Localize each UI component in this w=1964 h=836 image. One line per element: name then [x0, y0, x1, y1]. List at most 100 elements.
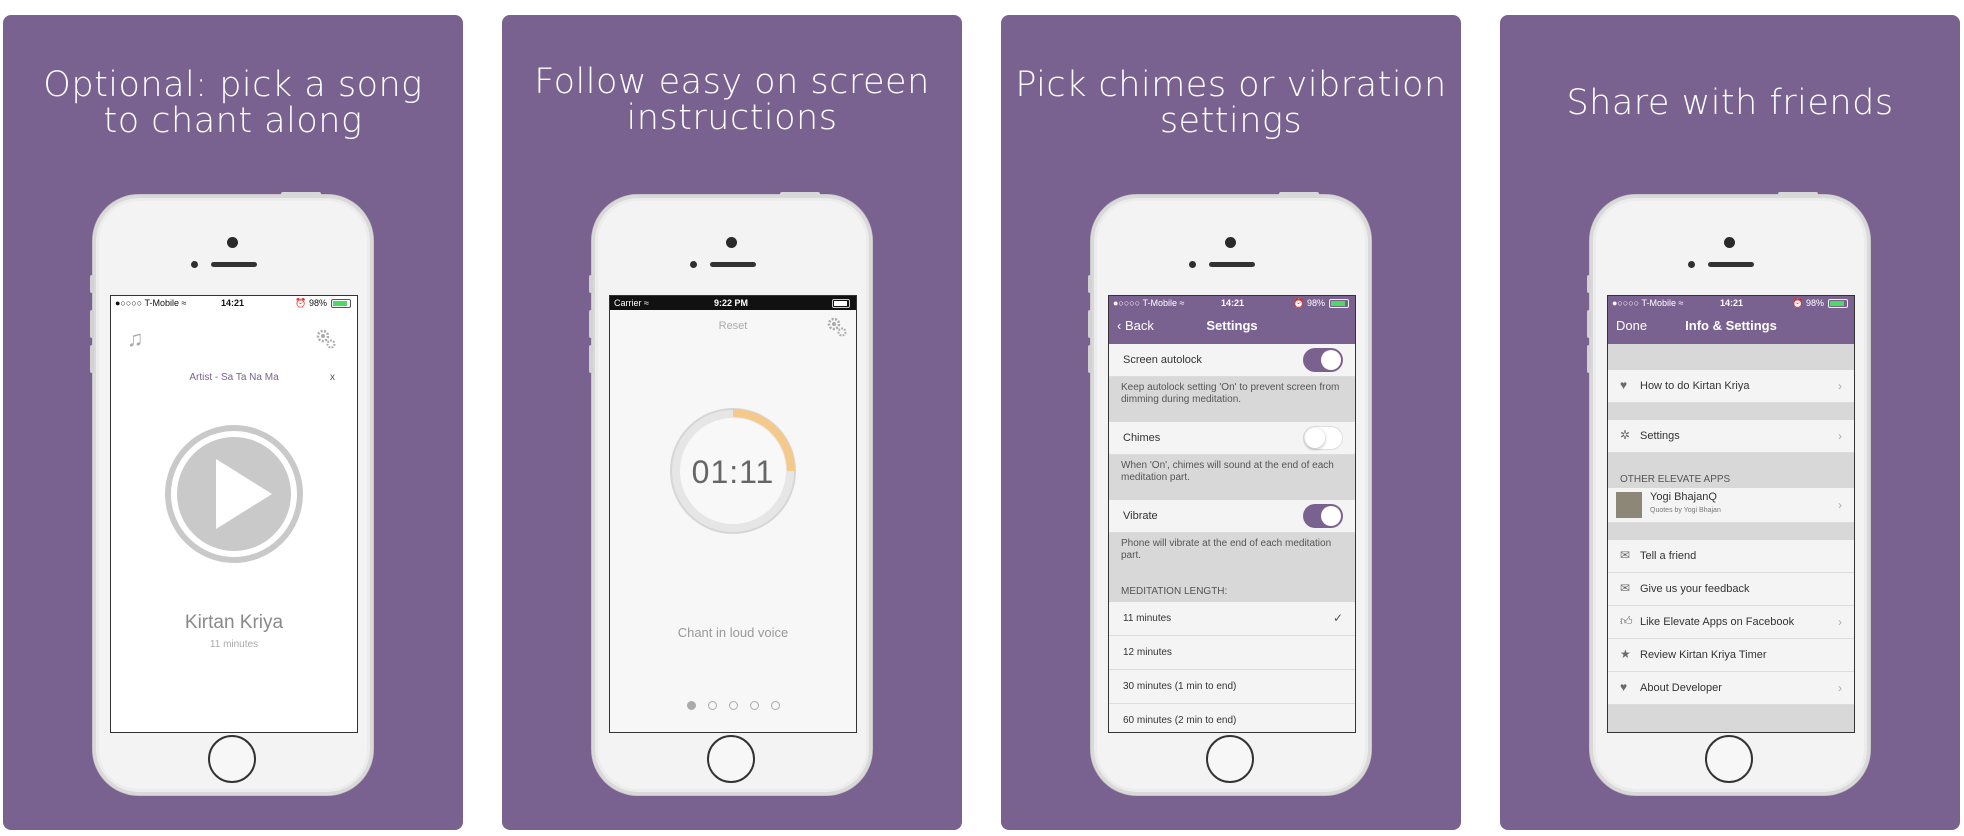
length-option[interactable]: 60 minutes (2 min to end) — [1109, 704, 1355, 732]
volume-down — [589, 345, 593, 373]
home-button — [1206, 735, 1254, 783]
other-apps-header: OTHER ELEVATE APPS — [1620, 474, 1731, 485]
phone-screen: Carrier ≈ 9:22 PM Reset 01:11 Chant in l… — [609, 295, 857, 733]
gears-icon[interactable] — [315, 328, 337, 350]
proximity-sensor — [191, 261, 198, 268]
headline-line-1: Optional: pick a song — [43, 65, 423, 105]
autolock-row[interactable]: Screen autolock — [1109, 344, 1355, 377]
autolock-toggle[interactable] — [1303, 348, 1343, 372]
length-option[interactable]: 30 minutes (1 min to end) — [1109, 670, 1355, 704]
music-note-icon[interactable]: ♫ — [127, 326, 144, 352]
screenshot-panel-settings: Pick chimes or vibration settings ●○○○○ … — [1001, 15, 1461, 830]
status-bar: Carrier ≈ 9:22 PM — [610, 296, 856, 310]
chimes-label: Chimes — [1123, 432, 1161, 444]
autolock-footer: Keep autolock setting 'On' to prevent sc… — [1121, 382, 1340, 405]
carrier-label: ●○○○○ T-Mobile ≈ — [1612, 298, 1684, 308]
tell-friend-label: Tell a friend — [1640, 550, 1697, 562]
about-row[interactable]: ♥ About Developer › — [1608, 672, 1854, 705]
screenshot-panel-share: Share with friends ●○○○○ T-Mobile ≈ 14:2… — [1500, 15, 1960, 830]
home-button — [208, 735, 256, 783]
settings-label: Settings — [1640, 430, 1680, 442]
page-dot[interactable] — [686, 701, 696, 710]
feedback-row[interactable]: ✉ Give us your feedback — [1608, 573, 1854, 606]
length-option[interactable]: 12 minutes — [1109, 636, 1355, 670]
chimes-row[interactable]: Chimes — [1109, 422, 1355, 455]
vibrate-toggle[interactable] — [1303, 504, 1343, 528]
headline-line-1: Pick chimes or vibration — [1015, 65, 1447, 105]
headline-line-1: Follow easy on screen — [534, 62, 930, 102]
nav-title: Settings — [1206, 318, 1258, 333]
carrier-label: ●○○○○ T-Mobile ≈ — [115, 298, 187, 308]
app-subtitle: Quotes by Yogi Bhajan — [1650, 507, 1721, 514]
status-bar: ●○○○○ T-Mobile ≈ 14:21 ⏰ 98% — [1109, 296, 1355, 310]
settings-row[interactable]: ✲ Settings › — [1608, 420, 1854, 453]
app-name: Yogi BhajanQ — [1650, 491, 1717, 503]
review-label: Review Kirtan Kriya Timer — [1640, 649, 1767, 661]
iphone-frame: Carrier ≈ 9:22 PM Reset 01:11 Chant in l… — [589, 192, 872, 795]
home-button — [1705, 735, 1753, 783]
facebook-row[interactable]: 👍︎ Like Elevate Apps on Facebook › — [1608, 606, 1854, 639]
chimes-footer: When 'On', chimes will sound at the end … — [1121, 460, 1334, 483]
chevron-right-icon: › — [1838, 498, 1842, 512]
page-dot[interactable] — [707, 701, 717, 710]
vibrate-label: Vibrate — [1123, 510, 1158, 522]
volume-up — [1088, 310, 1092, 338]
battery-icon — [1828, 299, 1848, 308]
page-indicator[interactable] — [610, 697, 856, 715]
thumbs-up-icon: 👍︎ — [1620, 614, 1633, 628]
panel-headline: Pick chimes or vibration settings — [1001, 67, 1461, 139]
volume-down — [1088, 345, 1092, 373]
length-label: 30 minutes (1 min to end) — [1123, 681, 1237, 692]
mute-switch — [1587, 275, 1591, 293]
panel-headline: Follow easy on screen instructions — [502, 64, 962, 136]
star-icon: ★ — [1620, 647, 1631, 661]
reset-button[interactable]: Reset — [610, 320, 856, 332]
vibrate-row[interactable]: Vibrate — [1109, 500, 1355, 533]
remove-song-button[interactable]: x — [330, 372, 335, 383]
facebook-label: Like Elevate Apps on Facebook — [1640, 616, 1795, 628]
play-icon[interactable] — [164, 424, 304, 564]
song-title: Artist - Sa Ta Na Ma — [189, 372, 279, 383]
status-time: 14:21 — [1720, 298, 1744, 308]
iphone-frame: ●○○○○ T-Mobile ≈ 14:21 ⏰ 98% ♫ Artist - … — [90, 192, 373, 795]
tell-friend-row[interactable]: ✉ Tell a friend — [1608, 540, 1854, 573]
app-row[interactable]: Yogi BhajanQ Quotes by Yogi Bhajan › — [1608, 488, 1854, 523]
about-label: About Developer — [1640, 682, 1722, 694]
mute-switch — [90, 275, 94, 293]
proximity-sensor — [690, 261, 697, 268]
page-dot[interactable] — [749, 701, 759, 710]
envelope-icon: ✉ — [1620, 548, 1631, 562]
page-dot[interactable] — [770, 701, 780, 710]
gears-icon[interactable] — [826, 316, 848, 338]
proximity-sensor — [1688, 261, 1695, 268]
nav-bar: ●○○○○ T-Mobile ≈ 14:21 ⏰ 98% ‹ Back Sett… — [1109, 296, 1355, 344]
chevron-right-icon: › — [1838, 429, 1842, 443]
volume-up — [90, 310, 94, 338]
earpiece-speaker — [211, 262, 257, 267]
chimes-toggle[interactable] — [1303, 426, 1343, 450]
review-row[interactable]: ★ Review Kirtan Kriya Timer — [1608, 639, 1854, 672]
headline-line-1: Share with friends — [1566, 83, 1894, 123]
session-title: Kirtan Kriya — [184, 612, 284, 633]
volume-up — [589, 310, 593, 338]
front-camera — [726, 237, 737, 248]
home-button — [707, 735, 755, 783]
how-to-label: How to do Kirtan Kriya — [1640, 380, 1750, 392]
instruction-text: Chant in loud voice — [677, 625, 789, 640]
status-time: 14:21 — [221, 298, 245, 308]
length-label: 11 minutes — [1123, 613, 1172, 624]
carrier-label: ●○○○○ T-Mobile ≈ — [1113, 298, 1185, 308]
phone-screen: ●○○○○ T-Mobile ≈ 14:21 ⏰ 98% ♫ Artist - … — [110, 295, 358, 733]
volume-up — [1587, 310, 1591, 338]
earpiece-speaker — [1209, 262, 1255, 267]
nav-title: Info & Settings — [1685, 318, 1777, 333]
length-option[interactable]: 11 minutes ✓ — [1109, 602, 1355, 636]
how-to-row[interactable]: ♥ How to do Kirtan Kriya › — [1608, 370, 1854, 403]
panel-headline: Optional: pick a song to chant along — [3, 67, 463, 139]
vibrate-footer: Phone will vibrate at the end of each me… — [1121, 538, 1332, 561]
headline-line-2: to chant along — [103, 101, 363, 141]
phone-screen: ●○○○○ T-Mobile ≈ 14:21 ⏰ 98% ‹ Back Sett… — [1108, 295, 1356, 733]
status-bar: ●○○○○ T-Mobile ≈ 14:21 ⏰ 98% — [1608, 296, 1854, 310]
page-dot[interactable] — [728, 701, 738, 710]
mute-switch — [589, 275, 593, 293]
